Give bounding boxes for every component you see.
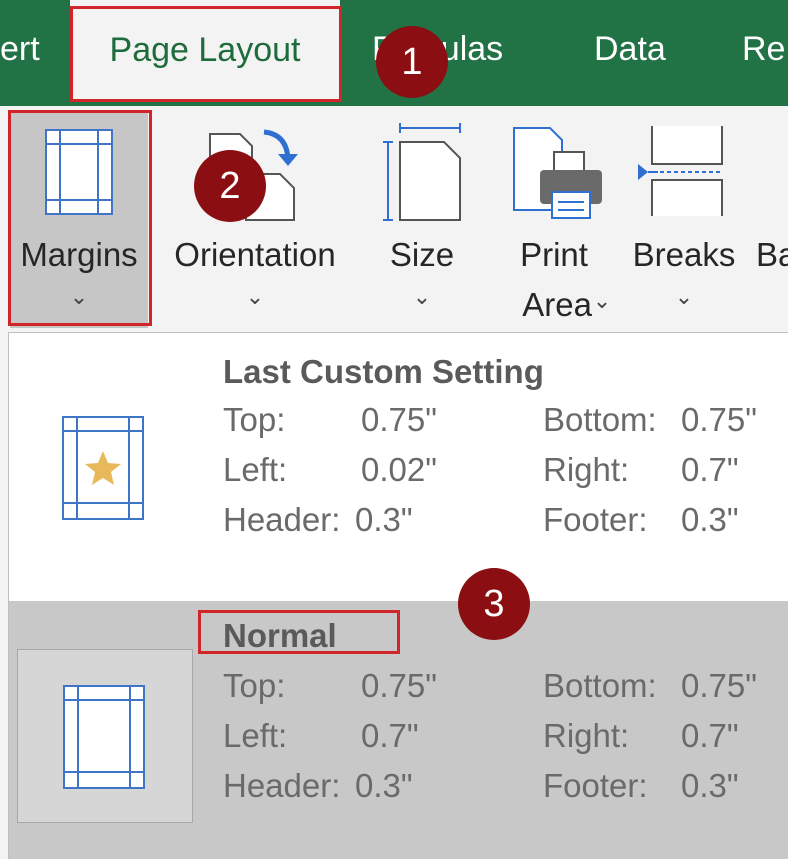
custom-margins-star-icon	[62, 416, 144, 520]
normal-margins-icon	[63, 685, 145, 789]
breaks-label: Breaks	[632, 236, 736, 273]
header-label: Header:	[223, 501, 341, 538]
print-area-button[interactable]: Print Area ⌄	[490, 110, 618, 328]
print-area-label-line2: Area	[522, 286, 592, 323]
breaks-button[interactable]: Breaks ⌄	[626, 110, 742, 328]
print-area-label-line1: Print	[520, 236, 588, 273]
bottom-label: Bottom:	[543, 401, 657, 438]
margin-option-last-custom[interactable]: Last Custom Setting Top: 0.75" Bottom: 0…	[9, 333, 788, 601]
footer-label: Footer:	[543, 501, 648, 538]
right-label: Right:	[543, 717, 630, 754]
left-label: Left:	[223, 451, 288, 488]
size-label: Size	[389, 236, 455, 273]
footer-label: Footer:	[543, 767, 648, 804]
left-value: 0.02"	[361, 451, 437, 488]
footer-value: 0.3"	[681, 501, 739, 538]
step-badge-1: 1	[376, 26, 448, 98]
background-button[interactable]: Ba	[756, 236, 788, 274]
size-icon	[383, 123, 461, 221]
top-value: 0.75"	[361, 667, 437, 704]
tab-data[interactable]: Data	[594, 30, 666, 69]
tab-insert[interactable]: ert	[0, 30, 40, 69]
top-value: 0.75"	[361, 401, 437, 438]
header-label: Header:	[223, 767, 341, 804]
tab-formulas-label-end: ulas	[440, 30, 504, 68]
top-label: Top:	[223, 401, 286, 438]
highlight-page-layout-tab	[70, 6, 342, 102]
breaks-icon	[638, 126, 723, 216]
orientation-label: Orientation	[174, 236, 336, 273]
option-title: Last Custom Setting	[223, 353, 544, 390]
tab-review[interactable]: Re	[742, 30, 785, 69]
highlight-margins-button	[8, 110, 152, 326]
size-button[interactable]: Size ⌄	[372, 110, 472, 328]
orientation-button[interactable]: Orientation ⌄	[160, 110, 350, 328]
header-value: 0.3"	[355, 501, 413, 538]
highlight-normal-option	[198, 610, 400, 654]
bottom-label: Bottom:	[543, 667, 657, 704]
print-area-icon	[513, 127, 602, 219]
header-value: 0.3"	[355, 767, 413, 804]
normal-thumbnail-frame	[17, 649, 193, 823]
footer-value: 0.3"	[681, 767, 739, 804]
right-value: 0.7"	[681, 717, 739, 754]
margins-dropdown-menu: Last Custom Setting Top: 0.75" Bottom: 0…	[8, 332, 788, 859]
chevron-down-icon: ⌄	[674, 284, 694, 309]
bottom-value: 0.75"	[681, 667, 757, 704]
right-label: Right:	[543, 451, 630, 488]
chevron-down-icon: ⌄	[592, 288, 612, 313]
bottom-value: 0.75"	[681, 401, 757, 438]
left-value: 0.7"	[361, 717, 419, 754]
top-label: Top:	[223, 667, 286, 704]
chevron-down-icon: ⌄	[245, 284, 265, 309]
left-label: Left:	[223, 717, 288, 754]
right-value: 0.7"	[681, 451, 739, 488]
chevron-down-icon: ⌄	[412, 284, 432, 309]
step-badge-2: 2	[194, 150, 266, 222]
step-badge-3: 3	[458, 568, 530, 640]
